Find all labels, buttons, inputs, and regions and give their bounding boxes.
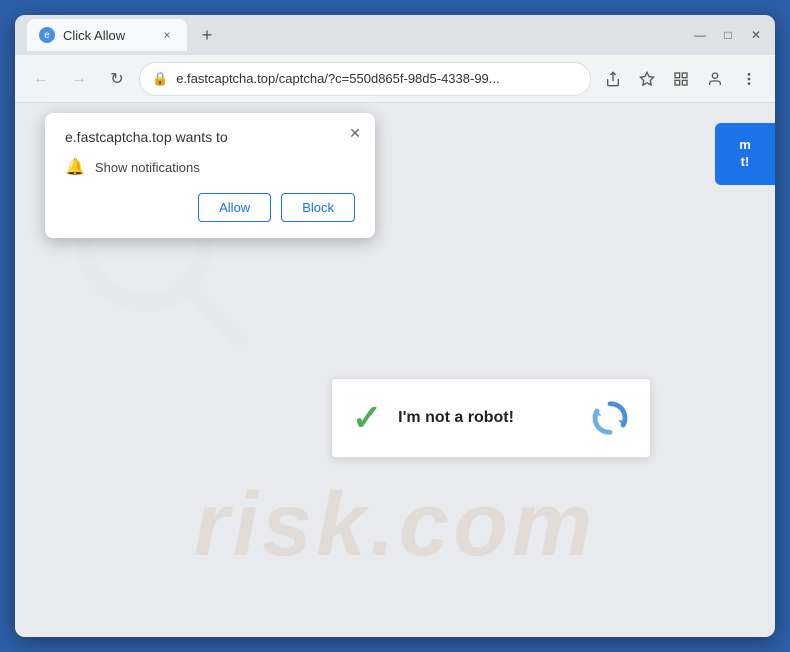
recaptcha-label: I'm not a robot!: [398, 409, 574, 427]
popup-notification-row: 🔔 Show notifications: [65, 157, 355, 177]
back-icon: ←: [33, 70, 49, 88]
blue-cta-line2: t!: [725, 154, 765, 171]
bell-icon: 🔔: [65, 157, 85, 177]
extension-button[interactable]: [665, 63, 697, 95]
back-button[interactable]: ←: [25, 63, 57, 95]
browser-window: e Click Allow × + — □ ✕ ← → ↻ 🔒 e.fastca…: [15, 15, 775, 637]
forward-icon: →: [71, 70, 87, 88]
title-bar: e Click Allow × + — □ ✕: [15, 15, 775, 55]
forward-button[interactable]: →: [63, 63, 95, 95]
notification-label: Show notifications: [95, 160, 200, 175]
notification-popup: ✕ e.fastcaptcha.top wants to 🔔 Show noti…: [45, 113, 375, 238]
refresh-icon: ↻: [110, 69, 123, 89]
refresh-button[interactable]: ↻: [101, 63, 133, 95]
popup-buttons: Allow Block: [65, 193, 355, 222]
allow-button[interactable]: Allow: [198, 193, 271, 222]
url-text: e.fastcaptcha.top/captcha/?c=550d865f-98…: [176, 71, 578, 86]
tab-area: e Click Allow × +: [27, 19, 685, 51]
maximize-button[interactable]: □: [721, 28, 735, 42]
tab-title: Click Allow: [63, 28, 151, 43]
profile-button[interactable]: [699, 63, 731, 95]
tab-favicon: e: [39, 27, 55, 43]
browser-tab[interactable]: e Click Allow ×: [27, 19, 187, 51]
tab-close-button[interactable]: ×: [159, 27, 175, 43]
popup-close-button[interactable]: ✕: [345, 123, 365, 143]
close-window-button[interactable]: ✕: [749, 28, 763, 42]
toolbar: ← → ↻ 🔒 e.fastcaptcha.top/captcha/?c=550…: [15, 55, 775, 103]
recaptcha-box[interactable]: ✓ I'm not a robot!: [331, 378, 651, 458]
page-content: risk.com m t! ✕ e.fastcaptcha.top wants …: [15, 103, 775, 637]
minimize-button[interactable]: —: [693, 28, 707, 42]
menu-button[interactable]: [733, 63, 765, 95]
recaptcha-logo: [590, 398, 630, 438]
blue-cta-box: m t!: [715, 123, 775, 185]
popup-title: e.fastcaptcha.top wants to: [65, 129, 355, 145]
check-mark-icon: ✓: [352, 400, 382, 436]
address-bar[interactable]: 🔒 e.fastcaptcha.top/captcha/?c=550d865f-…: [139, 62, 591, 96]
toolbar-actions: [597, 63, 765, 95]
new-tab-button[interactable]: +: [193, 21, 221, 49]
bookmark-button[interactable]: [631, 63, 663, 95]
lock-icon: 🔒: [152, 71, 168, 87]
watermark-text: risk.com: [194, 474, 596, 577]
block-button[interactable]: Block: [281, 193, 355, 222]
favicon-letter: e: [44, 30, 50, 41]
window-controls: — □ ✕: [693, 28, 763, 42]
share-button[interactable]: [597, 63, 629, 95]
blue-cta-line1: m: [725, 137, 765, 154]
